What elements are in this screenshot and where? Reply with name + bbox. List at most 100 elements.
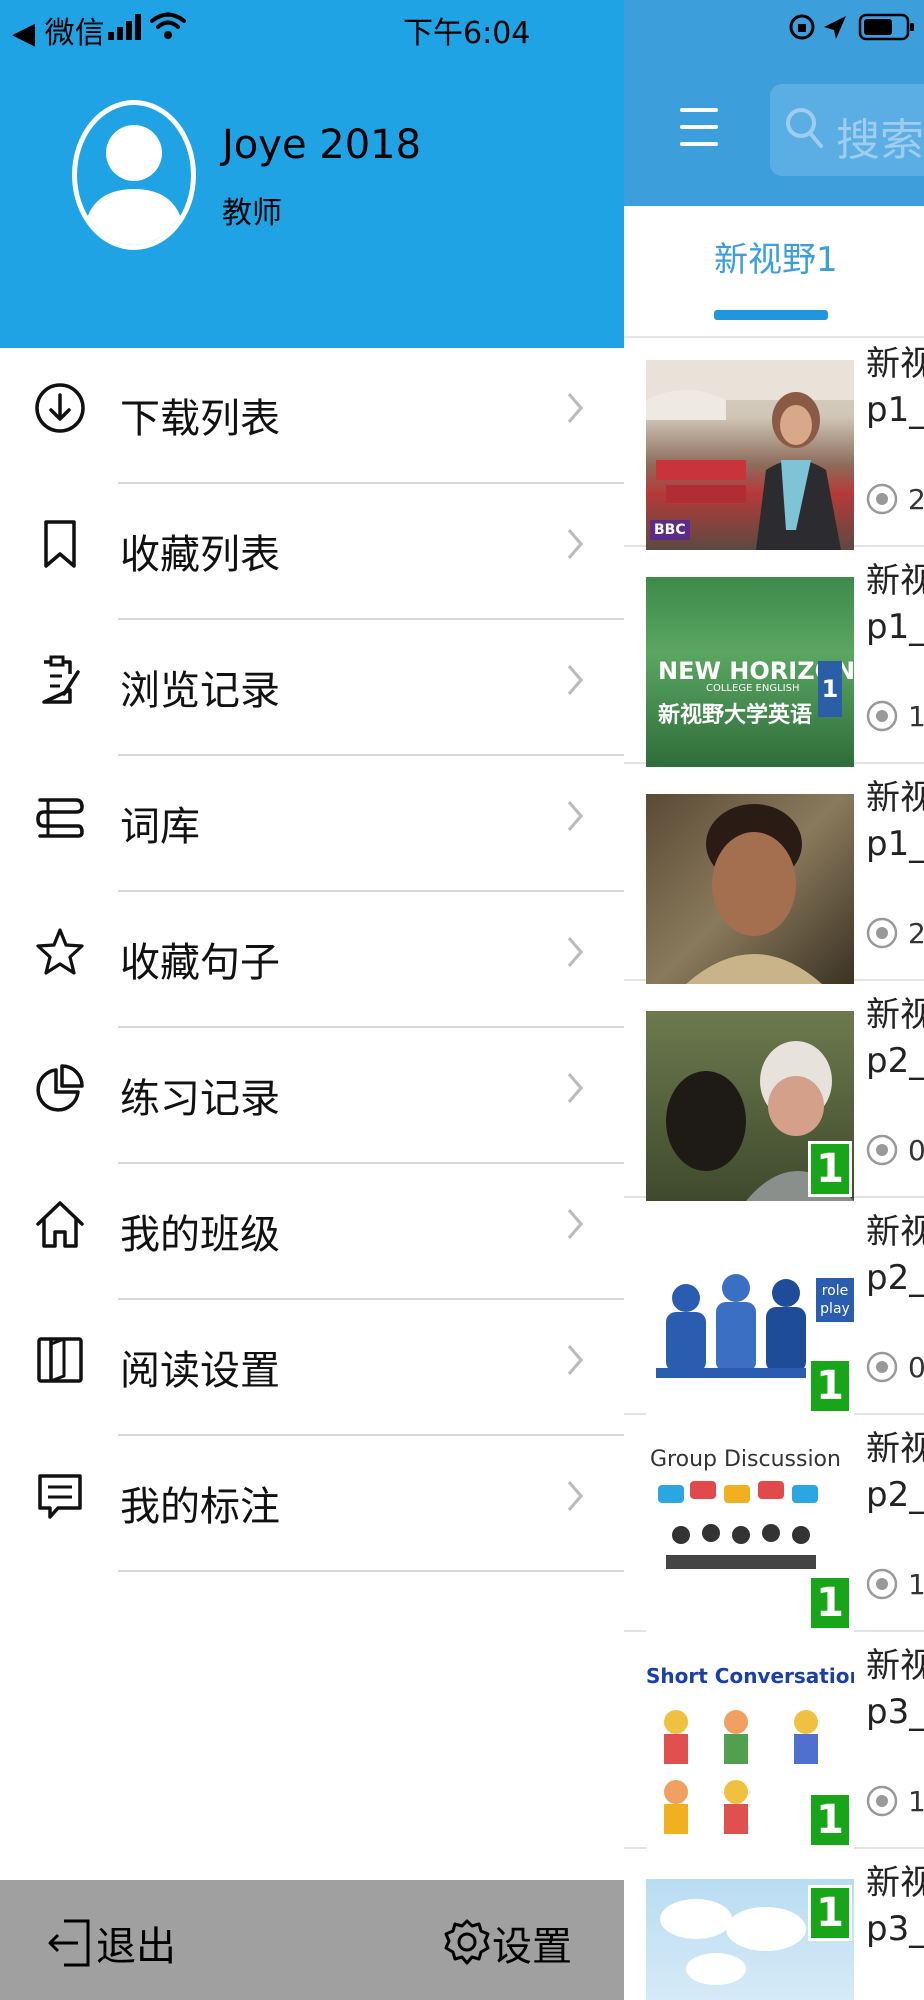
video-subtitle: p2_1 [866,1041,924,1081]
menu-item-label: 下载列表 [120,396,280,442]
search-input[interactable]: 搜索 [770,84,924,176]
chevron-right-icon [567,1073,583,1103]
eye-icon [866,700,898,732]
eye-icon [866,1568,898,1600]
view-count-text: 1: [908,1784,924,1818]
view-count: 2 [866,482,924,516]
video-title: 新视 [866,344,924,384]
menu-hamburger-icon[interactable] [680,108,718,148]
menu-item-bookmark-list[interactable]: 收藏列表 [0,484,624,620]
list-item[interactable]: BBC 新视 p1_1 2 [624,330,924,550]
video-subtitle: p3_2 [866,1909,924,1949]
video-title: 新视 [866,1646,924,1686]
back-to-wechat-link[interactable]: ◀ 微信 [12,8,105,52]
menu-item-saved-sentences[interactable]: 收藏句子 [0,892,624,1028]
video-subtitle: p3_1 [866,1692,924,1732]
bbc-logo: BBC [650,520,690,540]
video-title: 新视 [866,561,924,601]
menu-item-label: 收藏句子 [120,940,280,986]
video-thumbnail: role play 1 [646,1228,854,1418]
short-conversations-label: Short Conversations [646,1664,854,1688]
tab-xinshiye-1[interactable]: 新视野1 [714,232,838,281]
chevron-right-icon [567,937,583,967]
battery-icon [858,13,914,41]
volume-one-mark: 1 [818,661,842,717]
search-icon [786,108,823,148]
menu-item-label: 阅读设置 [120,1348,280,1394]
list-item[interactable]: 1 新视 p3_2 [624,1849,924,2000]
list-item[interactable]: Short Conversations 1 新视 p3_1 1: [624,1632,924,1852]
chevron-right-icon [567,529,583,559]
chevron-right-icon [567,1345,583,1375]
download-icon [35,383,85,433]
list-item[interactable]: 新视 p1_3 2 [624,764,924,984]
view-count-text: 2 [908,916,924,950]
orientation-lock-icon [789,14,815,40]
eye-icon [866,917,898,949]
menu-item-label: 我的标注 [120,1484,280,1530]
video-thumbnail: BBC [646,360,854,550]
video-subtitle: p2_2 [866,1258,924,1298]
view-count-text: 2 [908,482,924,516]
chevron-right-icon [567,801,583,831]
menu-item-label: 收藏列表 [120,532,280,578]
menu-item-my-class[interactable]: 我的班级 [0,1164,624,1300]
list-item[interactable]: 1 新视 p2_1 0 [624,981,924,1201]
side-drawer: Joye 2018 教师 下载列表 收藏列表 浏览记录 词库 收藏句子 练习记录… [0,0,624,2000]
menu-item-reading-settings[interactable]: 阅读设置 [0,1300,624,1436]
status-time: 下午6:04 [403,16,531,51]
home-icon [36,1201,84,1248]
video-subtitle: p2_3 [866,1475,924,1515]
tab-active-indicator [714,310,828,320]
bookmark-icon [44,520,76,568]
video-thumbnail: Group Discussion 1 [646,1445,854,1635]
view-count: 1: [866,1784,924,1818]
history-icon [42,655,80,704]
list-item[interactable]: NEW HORIZON COLLEGE ENGLISH 新视野大学英语 1 新视… [624,547,924,767]
location-arrow-icon [824,16,846,39]
video-title: 新视 [866,778,924,818]
status-right-icons [789,13,914,41]
chevron-right-icon [567,1481,583,1511]
main-page: 搜索 新视野1 BBC 新视 p1_1 2 [624,0,924,2000]
view-count-text: 1: [908,1567,924,1601]
pie-chart-icon [36,1064,84,1112]
search-placeholder: 搜索 [836,115,924,166]
level-badge: 1 [808,1575,852,1631]
video-thumbnail: NEW HORIZON COLLEGE ENGLISH 新视野大学英语 1 [646,577,854,767]
video-thumbnail: 1 [646,1879,854,2000]
wifi-icon [150,12,186,39]
level-badge: 1 [808,1885,852,1941]
video-title: 新视 [866,995,924,1035]
logout-label: 退出 [96,1924,176,1970]
list-item[interactable]: role play 1 新视 p2_2 0 [624,1198,924,1418]
eye-icon [866,1351,898,1383]
divider [118,1570,624,1572]
chevron-right-icon [567,1209,583,1239]
menu-item-practice-history[interactable]: 练习记录 [0,1028,624,1164]
video-subtitle: p1_2 [866,607,924,647]
view-count: 2 [866,916,924,950]
user-role: 教师 [222,196,282,231]
chevron-right-icon [567,393,583,423]
list-item[interactable]: Group Discussion 1 新视 p2_3 1: [624,1415,924,1635]
chevron-right-icon [567,665,583,695]
video-subtitle: p1_3 [866,824,924,864]
logout-button[interactable]: 退出 [48,1916,176,1970]
group-discussion-label: Group Discussion [650,1447,841,1472]
view-count: 0 [866,1133,924,1167]
view-count-text: 1: [908,699,924,733]
settings-label: 设置 [492,1924,572,1970]
avatar[interactable] [72,100,196,250]
gear-icon [444,1919,490,1965]
eye-icon [866,1134,898,1166]
menu-item-download-list[interactable]: 下载列表 [0,348,624,484]
video-title: 新视 [866,1863,924,1903]
menu-item-my-annotations[interactable]: 我的标注 [0,1436,624,1572]
book-title-text: 新视野大学英语 [658,703,813,728]
menu-item-browse-history[interactable]: 浏览记录 [0,620,624,756]
menu-item-vocabulary[interactable]: 词库 [0,756,624,892]
view-count-text: 0 [908,1133,924,1167]
video-title: 新视 [866,1429,924,1469]
settings-button[interactable]: 设置 [444,1916,572,1970]
